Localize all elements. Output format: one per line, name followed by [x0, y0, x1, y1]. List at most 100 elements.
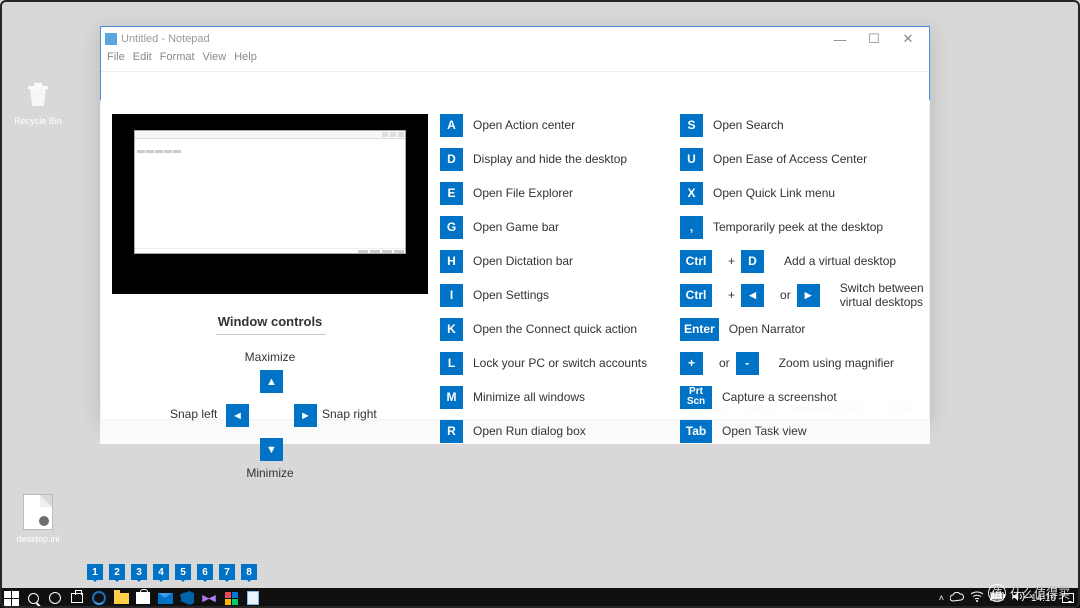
shortcut-key: L [440, 352, 463, 375]
menu-edit[interactable]: Edit [133, 51, 152, 69]
shortcut-key: D [440, 148, 463, 171]
watermark-text: 什么值得买 [1010, 585, 1070, 602]
taskbar-number-hint: 6 [197, 564, 213, 580]
shortcut-desc: Open Ease of Access Center [713, 152, 867, 166]
key-arrow-left: ◄ [226, 404, 249, 427]
shortcut-row: AOpen Action center [440, 108, 680, 142]
taskbar-app-vs[interactable]: ▸◂ [198, 588, 220, 608]
key-arrow-right: ► [294, 404, 317, 427]
start-button[interactable] [0, 588, 22, 608]
shortcut-desc: Minimize all windows [473, 390, 585, 404]
shortcut-row: H Open Dictation bar [440, 244, 680, 278]
cortana-button[interactable] [44, 588, 66, 608]
menu-view[interactable]: View [203, 51, 227, 69]
shortcut-desc: Lock your PC or switch accounts [473, 356, 647, 370]
plus-label: + [728, 288, 735, 302]
shortcut-key: Tab [680, 420, 712, 443]
shortcut-key: S [680, 114, 703, 137]
shortcut-row: ROpen Run dialog box [440, 414, 680, 448]
shortcut-key: I [440, 284, 463, 307]
or-label: or [719, 356, 730, 370]
shortcut-key: H [440, 250, 463, 273]
taskbar-number-hint: 5 [175, 564, 191, 580]
taskbar-number-hint: 8 [241, 564, 257, 580]
taskbar-app-tiles[interactable] [220, 588, 242, 608]
shortcut-row: E Open File Explorer [440, 176, 680, 210]
shortcut-row: IOpen Settings [440, 278, 680, 312]
window-controls-heading: Window controls [100, 314, 440, 329]
shortcut-key: E [440, 182, 463, 205]
maximize-button[interactable]: ☐ [857, 31, 891, 47]
shortcut-row: G Open Game bar [440, 210, 680, 244]
close-button[interactable]: ✕ [891, 31, 925, 47]
shortcut-key: K [440, 318, 463, 341]
taskbar-number-hint: 2 [109, 564, 125, 580]
windows-tips-overlay: Window controls Maximize ▲ ◄ ► ▼ Snap le… [100, 100, 930, 444]
maximize-label: Maximize [100, 350, 440, 364]
shortcut-desc: Open Search [713, 118, 784, 132]
shortcut-row: X Open Quick Link menu [680, 176, 930, 210]
shortcut-desc: Zoom using magnifier [779, 356, 894, 370]
desktop-ini-label: desktop.ini [16, 534, 59, 544]
shortcut-row: Enter Open Narrator [680, 312, 930, 346]
menu-help[interactable]: Help [234, 51, 257, 69]
menu-file[interactable]: File [107, 51, 125, 69]
shortcut-row: MMinimize all windows [440, 380, 680, 414]
shortcut-desc: Open Game bar [473, 220, 559, 234]
desktop-ini[interactable]: desktop.ini [8, 494, 68, 544]
shortcut-row: U Open Ease of Access Center [680, 142, 930, 176]
watermark: 值 什么值得买 [988, 584, 1070, 602]
shortcut-row: K Open the Connect quick action [440, 312, 680, 346]
shortcut-desc: Open File Explorer [473, 186, 573, 200]
shortcut-row: D Display and hide the desktop [440, 142, 680, 176]
shortcut-key: R [440, 420, 463, 443]
shortcut-key: G [440, 216, 463, 239]
shortcut-key: - [736, 352, 759, 375]
tray-overflow-icon[interactable]: ˄ [939, 593, 944, 603]
shortcut-desc: Open Action center [473, 118, 575, 132]
menubar[interactable]: File Edit Format View Help [101, 51, 929, 69]
shortcut-desc: Open Narrator [729, 322, 806, 336]
search-button[interactable] [22, 588, 44, 608]
taskbar-number-hint: 7 [219, 564, 235, 580]
shortcut-desc: Open Quick Link menu [713, 186, 835, 200]
shortcut-desc: Open the Connect quick action [473, 322, 637, 336]
menu-format[interactable]: Format [160, 51, 195, 69]
taskbar[interactable]: ▸◂ ˄ 14:16 [0, 588, 1080, 608]
minimize-label: Minimize [100, 466, 440, 480]
task-view-button[interactable] [66, 588, 88, 608]
minimize-button[interactable]: — [823, 32, 857, 47]
wifi-icon[interactable] [970, 591, 984, 605]
shortcut-key: U [680, 148, 703, 171]
shortcut-key: X [680, 182, 703, 205]
taskbar-number-hint: 1 [87, 564, 103, 580]
shortcut-desc: Open Task view [722, 424, 807, 438]
or-label: or [780, 288, 791, 302]
key-arrow-left-icon: ◄ [741, 284, 764, 307]
taskbar-app-mail[interactable] [154, 588, 176, 608]
shortcut-desc: Open Dictation bar [473, 254, 573, 268]
shortcut-row: Tab Open Task view [680, 414, 930, 448]
shortcut-row: Ctrl+DAdd a virtual desktop [680, 244, 930, 278]
file-icon [23, 494, 53, 530]
shortcut-row: L Lock your PC or switch accounts [440, 346, 680, 380]
shortcut-key: + [680, 352, 703, 375]
recycle-bin[interactable]: Recycle Bin [8, 78, 68, 126]
shortcut-row: ,Temporarily peek at the desktop [680, 210, 930, 244]
taskbar-app-store[interactable] [132, 588, 154, 608]
taskbar-app-vscode[interactable] [176, 588, 198, 608]
onedrive-icon[interactable] [950, 592, 964, 605]
shortcut-key: Enter [680, 318, 719, 341]
snap-right-label: Snap right [322, 407, 377, 421]
taskbar-app-notepad[interactable] [242, 588, 264, 608]
shortcut-key: PrtScn [680, 386, 712, 409]
shortcut-key: D [741, 250, 764, 273]
shortcut-row: Ctrl+◄or►Switch between virtual desktops [680, 278, 930, 312]
recycle-bin-icon [21, 78, 55, 112]
taskbar-app-edge[interactable] [88, 588, 110, 608]
shortcut-desc: Display and hide the desktop [473, 152, 627, 166]
titlebar[interactable]: Untitled - Notepad — ☐ ✕ [101, 27, 929, 51]
shortcut-desc: Add a virtual desktop [784, 254, 896, 268]
shortcut-key: , [680, 216, 703, 239]
taskbar-app-explorer[interactable] [110, 588, 132, 608]
